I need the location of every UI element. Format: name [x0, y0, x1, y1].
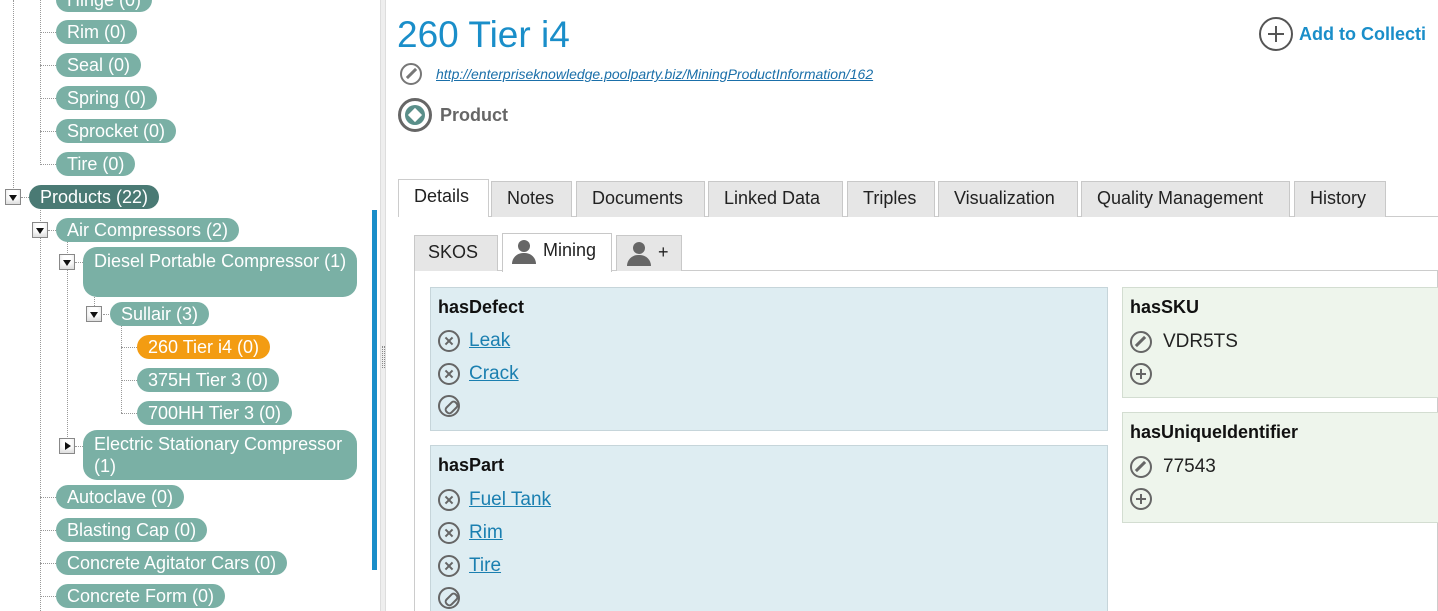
tree-node-electric-stationary-compressor[interactable]: Electric Stationary Compressor (1): [83, 430, 357, 480]
tree-node-diesel-portable-compressor[interactable]: Diesel Portable Compressor (1): [83, 247, 357, 297]
add-to-collection-button[interactable]: Add to Collecti: [1259, 17, 1426, 51]
list-item: [438, 587, 460, 609]
tab-linked-data[interactable]: Linked Data: [708, 181, 843, 217]
panel-title: hasPart: [438, 455, 505, 475]
unique-identifier-value: 77543: [1163, 456, 1216, 477]
splitter-grip[interactable]: [382, 346, 385, 368]
link-icon[interactable]: [438, 395, 460, 417]
expand-electric-toggle[interactable]: [59, 438, 75, 454]
part-link-rim[interactable]: Rim: [469, 522, 503, 544]
subtab-add-label: +: [658, 242, 669, 262]
tree-node-sprocket[interactable]: Sprocket (0): [56, 119, 177, 143]
tab-triples[interactable]: Triples: [847, 181, 935, 217]
concept-title: 260 Tier i4: [397, 14, 570, 55]
tree-node-260-tier-i4[interactable]: 260 Tier i4 (0): [137, 335, 271, 359]
concept-uri-link[interactable]: http://enterpriseknowledge.poolparty.biz…: [436, 66, 873, 82]
remove-icon[interactable]: [438, 522, 460, 544]
list-item: 77543: [1130, 456, 1216, 478]
tab-history[interactable]: History: [1294, 181, 1386, 217]
subtab-skos[interactable]: SKOS: [414, 235, 498, 271]
list-item: Fuel Tank: [438, 489, 551, 511]
subtab-mining-label: Mining: [543, 240, 597, 260]
tree-node-hinge[interactable]: Hinge (0): [56, 0, 153, 12]
properties-content: hasDefect Leak Crack hasPart Fuel Tank R…: [414, 271, 1438, 611]
panel-has-unique-identifier: hasUniqueIdentifier 77543: [1122, 412, 1438, 523]
edit-pencil-icon[interactable]: [1130, 456, 1152, 478]
tree-node-air-compressors[interactable]: Air Compressors (2): [56, 218, 240, 242]
tab-notes[interactable]: Notes: [491, 181, 572, 217]
part-link-fuel-tank[interactable]: Fuel Tank: [469, 489, 551, 511]
concept-tree: Hinge (0) Rim (0) Seal (0) Spring (0) Sp…: [0, 0, 380, 611]
list-item: [1130, 488, 1152, 510]
sku-value: VDR5TS: [1163, 331, 1238, 352]
app-root: Hinge (0) Rim (0) Seal (0) Spring (0) Sp…: [0, 0, 1438, 611]
add-to-collection-label: Add to Collecti: [1299, 23, 1426, 44]
defect-link-leak[interactable]: Leak: [469, 330, 510, 352]
collapse-diesel-toggle[interactable]: [59, 254, 75, 270]
tree-node-blasting-cap[interactable]: Blasting Cap (0): [56, 518, 208, 542]
list-item: Tire: [438, 555, 501, 577]
concept-detail-panel: 260 Tier i4 Add to Collecti http://enter…: [386, 0, 1438, 611]
list-item: Crack: [438, 363, 519, 385]
defect-link-crack[interactable]: Crack: [469, 363, 519, 385]
list-item: Rim: [438, 522, 503, 544]
tree-node-autoclave[interactable]: Autoclave (0): [56, 485, 185, 509]
panel-title: hasUniqueIdentifier: [1130, 422, 1299, 442]
user-add-icon: [626, 242, 652, 266]
link-icon[interactable]: [438, 587, 460, 609]
subtab-mining[interactable]: Mining: [502, 233, 612, 272]
concept-type-label: Product: [440, 104, 509, 125]
user-icon: [511, 240, 537, 264]
add-icon[interactable]: [1130, 488, 1152, 510]
add-icon[interactable]: [1130, 363, 1152, 385]
tab-quality-management[interactable]: Quality Management: [1081, 181, 1290, 217]
remove-icon[interactable]: [438, 363, 460, 385]
list-item: Leak: [438, 330, 510, 352]
panel-has-sku: hasSKU VDR5TS: [1122, 287, 1438, 398]
list-item: [1130, 363, 1152, 385]
collapse-products-toggle[interactable]: [5, 189, 21, 205]
detail-tabs: Details Notes Documents Linked Data Trip…: [398, 179, 1438, 217]
edit-pencil-icon[interactable]: [1130, 331, 1152, 353]
remove-icon[interactable]: [438, 330, 460, 352]
subtab-skos-label: SKOS: [428, 242, 479, 262]
tree-scrollbar[interactable]: [372, 210, 377, 570]
remove-icon[interactable]: [438, 489, 460, 511]
panel-title: hasDefect: [438, 297, 525, 317]
tree-node-spring[interactable]: Spring (0): [56, 86, 158, 110]
panel-has-part: hasPart Fuel Tank Rim Tire: [430, 445, 1108, 611]
add-circle-icon: [1259, 17, 1293, 51]
tree-node-375h-tier-3[interactable]: 375H Tier 3 (0): [137, 368, 280, 392]
tab-details[interactable]: Details: [398, 179, 489, 217]
tree-node-sullair[interactable]: Sullair (3): [110, 302, 210, 326]
tab-visualization[interactable]: Visualization: [938, 181, 1078, 217]
tree-node-concrete-form[interactable]: Concrete Form (0): [56, 584, 226, 608]
tree-node-products[interactable]: Products (22): [29, 185, 160, 209]
panel-has-defect: hasDefect Leak Crack: [430, 287, 1108, 431]
scheme-subtabs: SKOS Mining +: [414, 233, 1438, 272]
collapse-air-compressors-toggle[interactable]: [32, 222, 48, 238]
list-item: [438, 395, 460, 417]
remove-icon[interactable]: [438, 555, 460, 577]
subtab-add-custom[interactable]: +: [616, 235, 682, 271]
tree-node-700hh-tier-3[interactable]: 700HH Tier 3 (0): [137, 401, 293, 425]
product-type-icon: [398, 98, 432, 132]
tree-node-tire[interactable]: Tire (0): [56, 152, 136, 176]
tab-documents[interactable]: Documents: [576, 181, 705, 217]
part-link-tire[interactable]: Tire: [469, 555, 501, 577]
list-item: VDR5TS: [1130, 331, 1238, 353]
edit-pencil-icon[interactable]: [400, 63, 422, 85]
tree-node-concrete-agitator-cars[interactable]: Concrete Agitator Cars (0): [56, 551, 288, 575]
collapse-sullair-toggle[interactable]: [86, 306, 102, 322]
tree-node-rim[interactable]: Rim (0): [56, 20, 137, 44]
tree-node-seal[interactable]: Seal (0): [56, 53, 142, 77]
uri-row: http://enterpriseknowledge.poolparty.biz…: [400, 63, 873, 85]
panel-title: hasSKU: [1130, 297, 1200, 317]
concept-type-row: Product: [398, 98, 508, 132]
